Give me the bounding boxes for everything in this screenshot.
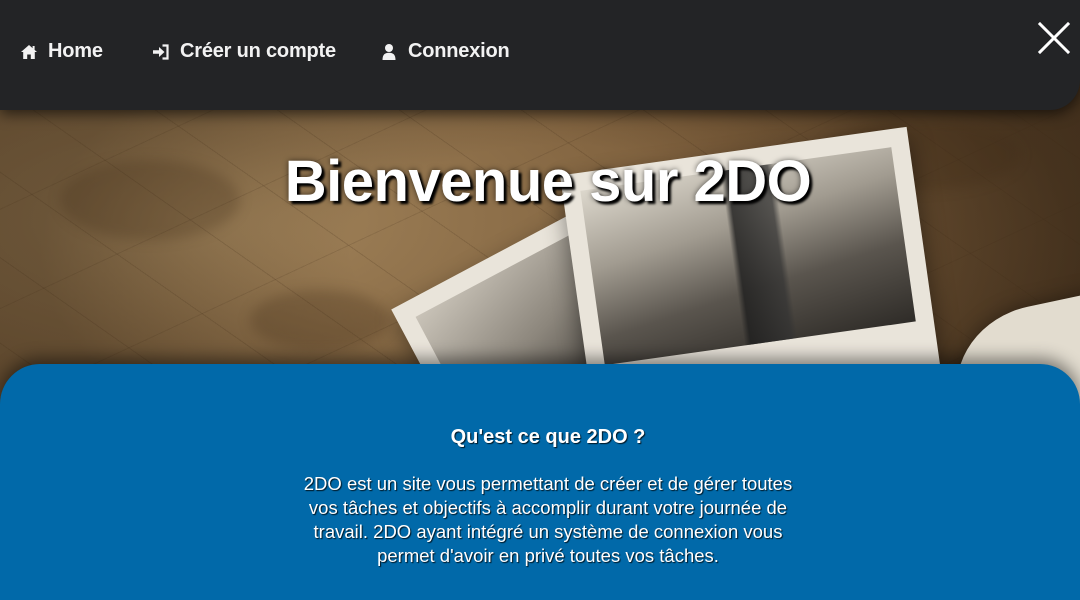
nav-item-label: Home [48,40,103,62]
nav-item-label: Créer un compte [180,40,336,62]
navbar: Home Créer un compte Connexion [0,0,1080,110]
map-detail [250,290,390,350]
nav-item-login[interactable]: Connexion [380,40,510,63]
info-description: 2DO est un site vous permettant de créer… [303,473,793,566]
close-menu-button[interactable] [1036,20,1072,56]
nav-item-register[interactable]: Créer un compte [152,40,336,63]
close-icon [1037,21,1071,55]
info-panel: Qu'est ce que 2DO ? 2DO est un site vous… [0,364,1080,600]
page-title: Bienvenue sur 2DO [284,149,812,214]
nav-item-home[interactable]: Home [20,40,103,63]
user-icon [380,43,398,61]
home-icon [20,43,38,61]
nav-item-label: Connexion [408,40,510,62]
info-heading: Qu'est ce que 2DO ? [450,426,646,448]
sign-in-icon [152,43,170,61]
